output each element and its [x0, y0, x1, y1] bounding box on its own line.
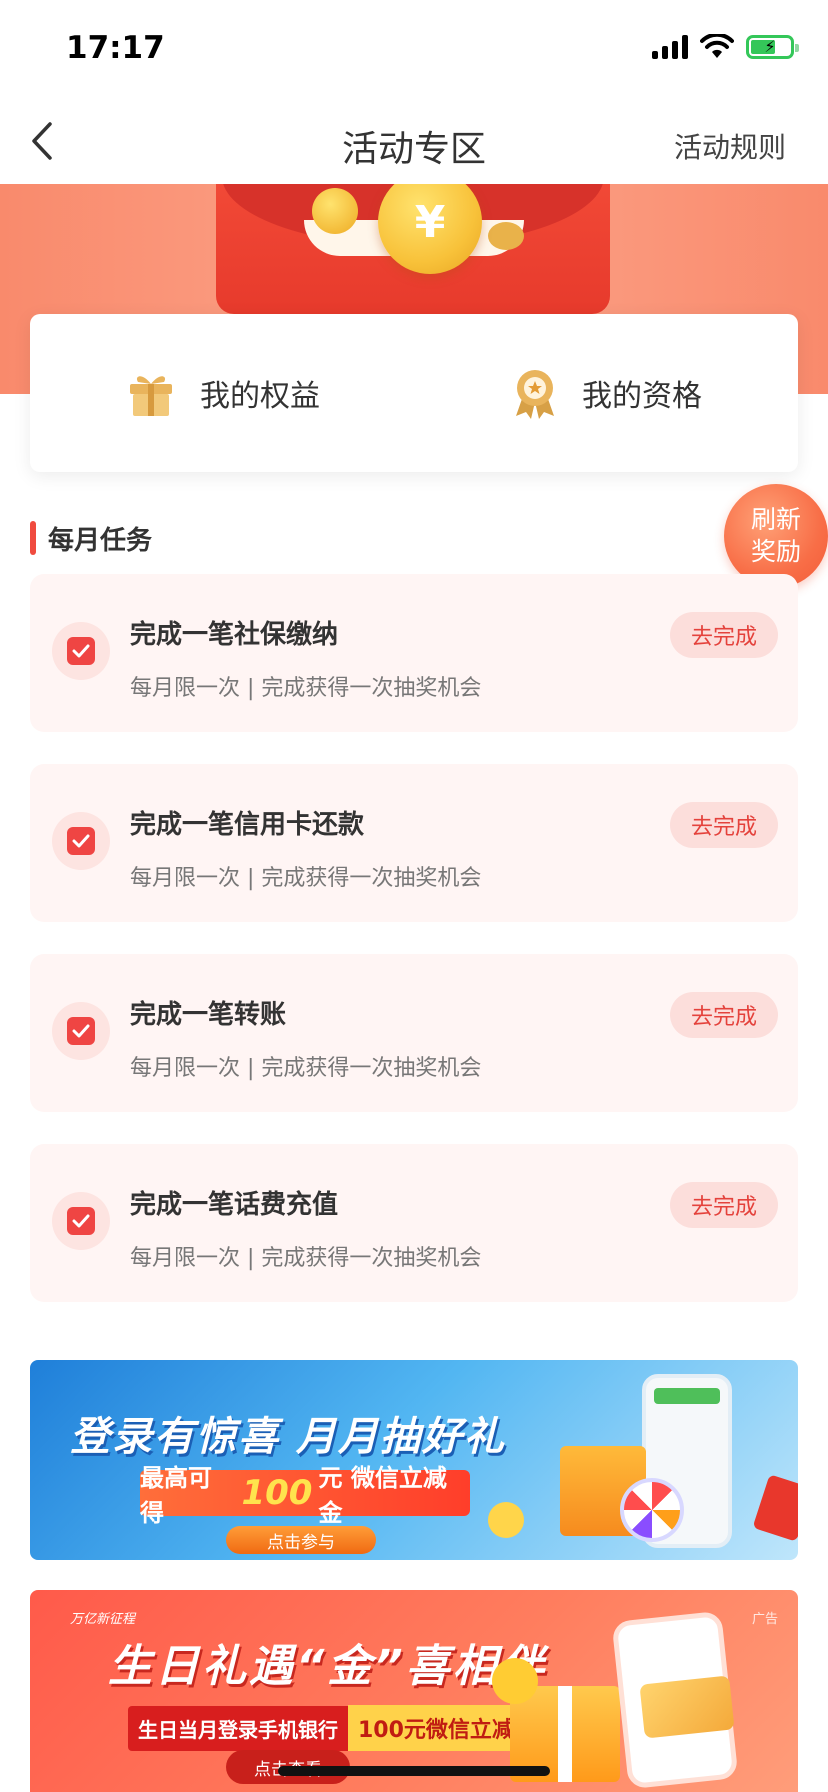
- task-checkbox: [52, 812, 110, 870]
- checkmark-icon: [72, 834, 90, 848]
- my-qualification-button[interactable]: 我的资格: [414, 314, 798, 472]
- task-subtitle: 每月限一次 | 完成获得一次抽奖机会: [130, 1246, 482, 1271]
- refresh-rewards-button[interactable]: 刷新 奖励: [724, 484, 828, 588]
- task-card: 完成一笔话费充值 每月限一次 | 完成获得一次抽奖机会 去完成: [30, 1144, 798, 1302]
- nav-bar: 活动专区 活动规则: [0, 98, 828, 184]
- task-title: 完成一笔信用卡还款: [130, 810, 365, 840]
- task-complete-button[interactable]: 去完成: [670, 992, 778, 1038]
- banner-participate-button[interactable]: 点击参与: [226, 1526, 376, 1554]
- task-card: 完成一笔信用卡还款 每月限一次 | 完成获得一次抽奖机会 去完成: [30, 764, 798, 922]
- task-checkbox: [52, 1002, 110, 1060]
- section-title: 每月任务: [48, 525, 153, 556]
- banner-promo-pill: 生日当月登录手机银行 100元微信立减金: [128, 1705, 546, 1751]
- promo-left: 生日当月登录手机银行: [128, 1705, 348, 1751]
- refresh-label-line1: 刷新: [750, 505, 801, 534]
- task-card: 完成一笔转账 每月限一次 | 完成获得一次抽奖机会 去完成: [30, 954, 798, 1112]
- status-time: 17:17: [66, 30, 165, 66]
- status-bar: 17:17 ⚡: [0, 0, 828, 98]
- task-subtitle: 每月限一次 | 完成获得一次抽奖机会: [130, 1056, 482, 1081]
- banner-headline: 登录有惊喜 月月抽好礼: [70, 1414, 506, 1460]
- prize-wheel-illustration: [620, 1478, 684, 1542]
- coin-illustration: [488, 1502, 524, 1538]
- task-complete-button[interactable]: 去完成: [670, 1182, 778, 1228]
- login-lottery-banner[interactable]: 登录有惊喜 月月抽好礼 最高可得 100 元 微信立减金 点击参与: [30, 1360, 798, 1560]
- award-medal-icon: [516, 370, 554, 419]
- banner-headline: 生日礼遇“金”喜相伴: [108, 1641, 547, 1692]
- promo-suffix: 元 微信立减金: [318, 1464, 447, 1527]
- my-benefits-label: 我的权益: [200, 379, 320, 414]
- promo-amount: 100: [241, 1473, 313, 1513]
- ad-label: 广告: [751, 1612, 778, 1627]
- task-title: 完成一笔转账: [130, 1000, 287, 1030]
- wifi-icon: [700, 34, 734, 58]
- section-accent-bar: [30, 521, 36, 555]
- task-subtitle: 每月限一次 | 完成获得一次抽奖机会: [130, 866, 482, 891]
- red-envelope-illustration: [752, 1474, 798, 1542]
- cellular-signal-icon: [652, 35, 688, 59]
- smiley-emoji-icon: [492, 1658, 538, 1704]
- gift-box-icon: [130, 376, 172, 416]
- promo-prefix: 最高可得: [140, 1464, 212, 1527]
- task-card: 完成一笔社保缴纳 每月限一次 | 完成获得一次抽奖机会 去完成: [30, 574, 798, 732]
- my-qualification-label: 我的资格: [582, 379, 702, 414]
- activity-rules-link[interactable]: 活动规则: [674, 126, 786, 166]
- section-header-monthly-tasks: 每月任务: [30, 520, 152, 556]
- my-benefits-button[interactable]: 我的权益: [30, 314, 414, 472]
- birthday-gift-banner[interactable]: 万亿新征程 广告 生日礼遇“金”喜相伴 生日当月登录手机银行 100元微信立减金…: [30, 1590, 798, 1792]
- small-coin-icon: [312, 188, 358, 234]
- banner-promo-pill: 最高可得 100 元 微信立减金: [140, 1464, 470, 1527]
- side-coin-icon: [488, 222, 524, 250]
- status-icons: ⚡: [652, 34, 799, 60]
- task-checkbox: [52, 622, 110, 680]
- benefits-card: 我的权益 我的资格: [30, 314, 798, 472]
- task-checkbox: [52, 1192, 110, 1250]
- task-complete-button[interactable]: 去完成: [670, 612, 778, 658]
- task-complete-button[interactable]: 去完成: [670, 802, 778, 848]
- refresh-label-line2: 奖励: [750, 537, 801, 566]
- task-subtitle: 每月限一次 | 完成获得一次抽奖机会: [130, 676, 482, 701]
- banner-tag: 万亿新征程: [70, 1612, 136, 1627]
- task-title: 完成一笔话费充值: [130, 1190, 339, 1220]
- task-title: 完成一笔社保缴纳: [130, 620, 339, 650]
- battery-charging-icon: ⚡: [746, 35, 799, 59]
- checkmark-icon: [72, 644, 90, 658]
- checkmark-icon: [72, 1214, 90, 1228]
- gold-card-illustration: [639, 1675, 735, 1739]
- home-indicator[interactable]: [278, 1766, 550, 1776]
- checkmark-icon: [72, 1024, 90, 1038]
